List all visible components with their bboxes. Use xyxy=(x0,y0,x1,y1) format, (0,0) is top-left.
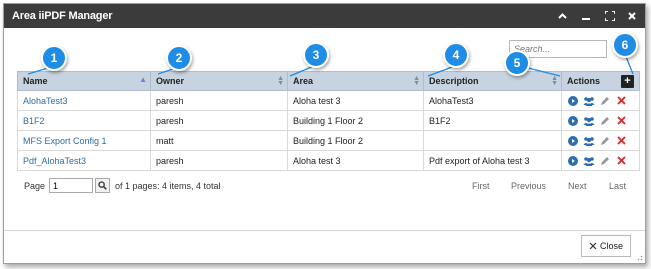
callout-badge: 3 xyxy=(303,42,329,68)
callout-badge: 4 xyxy=(443,42,469,68)
callout-badge: 6 xyxy=(612,32,638,58)
callout-badge: 5 xyxy=(504,50,530,76)
callout-leaders xyxy=(27,53,634,77)
callout-badge: 2 xyxy=(166,45,192,71)
callout-badge: 1 xyxy=(41,45,67,71)
